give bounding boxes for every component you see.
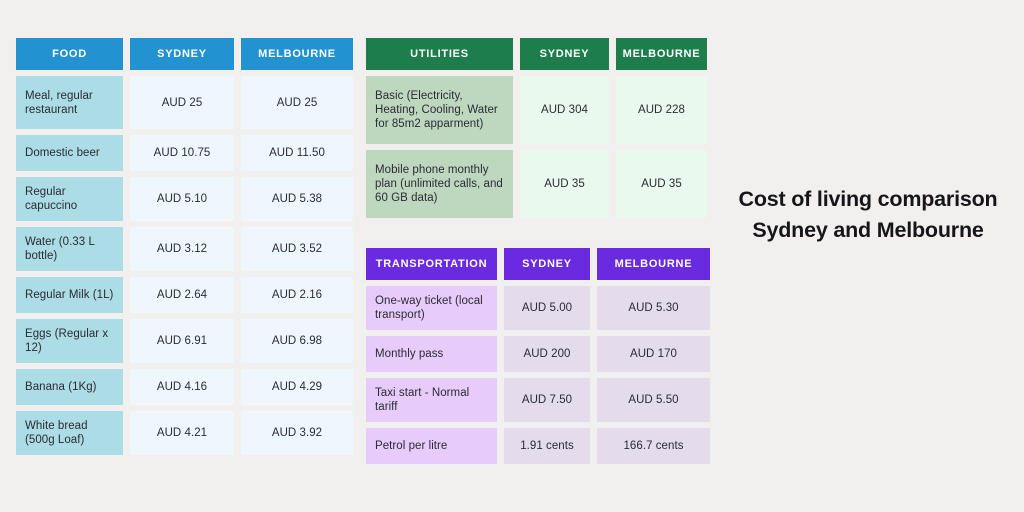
column-header-sydney: SYDNEY [520,38,609,70]
column-header-melbourne: MELBOURNE [616,38,707,70]
page-title-line-1: Cost of living comparison [718,184,1018,215]
table-row: Mobile phone monthly plan (unlimited cal… [366,150,707,218]
row-item-label: One-way ticket (local transport) [366,286,497,330]
table-row: Petrol per litre 1.91 cents 166.7 cents [366,428,710,464]
column-header-sydney: SYDNEY [504,248,590,280]
row-value-melbourne: AUD 228 [616,76,707,144]
row-value-sydney: AUD 25 [130,76,234,129]
column-header-category: TRANSPORTATION [366,248,497,280]
column-header-category: UTILITIES [366,38,513,70]
row-value-melbourne: AUD 170 [597,336,710,372]
row-item-label: White bread (500g Loaf) [16,411,123,455]
row-value-sydney: AUD 2.64 [130,277,234,313]
row-value-melbourne: AUD 35 [616,150,707,218]
table-row: Monthly pass AUD 200 AUD 170 [366,336,710,372]
row-value-sydney: AUD 304 [520,76,609,144]
row-value-melbourne: AUD 4.29 [241,369,353,405]
table-row: White bread (500g Loaf) AUD 4.21 AUD 3.9… [16,411,353,455]
row-value-melbourne: AUD 25 [241,76,353,129]
row-item-label: Taxi start - Normal tariff [366,378,497,422]
table-row: One-way ticket (local transport) AUD 5.0… [366,286,710,330]
row-value-sydney: AUD 3.12 [130,227,234,271]
food-cost-table: FOOD SYDNEY MELBOURNE Meal, regular rest… [16,38,353,455]
row-item-label: Meal, regular restaurant [16,76,123,129]
row-value-sydney: 1.91 cents [504,428,590,464]
column-header-melbourne: MELBOURNE [241,38,353,70]
row-value-melbourne: AUD 3.92 [241,411,353,455]
row-value-melbourne: AUD 5.30 [597,286,710,330]
row-item-label: Eggs (Regular x 12) [16,319,123,363]
table-header-row: UTILITIES SYDNEY MELBOURNE [366,38,707,70]
table-header-row: FOOD SYDNEY MELBOURNE [16,38,353,70]
table-row: Meal, regular restaurant AUD 25 AUD 25 [16,76,353,129]
row-item-label: Mobile phone monthly plan (unlimited cal… [366,150,513,218]
table-header-row: TRANSPORTATION SYDNEY MELBOURNE [366,248,710,280]
row-value-sydney: AUD 4.16 [130,369,234,405]
row-item-label: Water (0.33 L bottle) [16,227,123,271]
table-row: Taxi start - Normal tariff AUD 7.50 AUD … [366,378,710,422]
row-value-melbourne: AUD 5.50 [597,378,710,422]
row-value-melbourne: AUD 3.52 [241,227,353,271]
row-value-melbourne: AUD 2.16 [241,277,353,313]
row-item-label: Basic (Electricity, Heating, Cooling, Wa… [366,76,513,144]
row-item-label: Petrol per litre [366,428,497,464]
row-value-sydney: AUD 35 [520,150,609,218]
row-value-sydney: AUD 6.91 [130,319,234,363]
row-value-sydney: AUD 5.00 [504,286,590,330]
row-item-label: Regular Milk (1L) [16,277,123,313]
transportation-cost-table: TRANSPORTATION SYDNEY MELBOURNE One-way … [366,248,710,464]
row-value-melbourne: 166.7 cents [597,428,710,464]
page-title: Cost of living comparison Sydney and Mel… [718,184,1018,246]
table-row: Water (0.33 L bottle) AUD 3.12 AUD 3.52 [16,227,353,271]
column-header-sydney: SYDNEY [130,38,234,70]
table-row: Banana (1Kg) AUD 4.16 AUD 4.29 [16,369,353,405]
table-row: Domestic beer AUD 10.75 AUD 11.50 [16,135,353,171]
infographic-canvas: FOOD SYDNEY MELBOURNE Meal, regular rest… [0,0,1024,512]
row-value-melbourne: AUD 11.50 [241,135,353,171]
row-item-label: Domestic beer [16,135,123,171]
table-row: Basic (Electricity, Heating, Cooling, Wa… [366,76,707,144]
row-item-label: Banana (1Kg) [16,369,123,405]
row-value-sydney: AUD 200 [504,336,590,372]
row-value-melbourne: AUD 5.38 [241,177,353,221]
column-header-category: FOOD [16,38,123,70]
table-row: Regular capuccino AUD 5.10 AUD 5.38 [16,177,353,221]
table-row: Eggs (Regular x 12) AUD 6.91 AUD 6.98 [16,319,353,363]
table-row: Regular Milk (1L) AUD 2.64 AUD 2.16 [16,277,353,313]
row-item-label: Monthly pass [366,336,497,372]
page-title-line-2: Sydney and Melbourne [718,215,1018,246]
row-value-sydney: AUD 5.10 [130,177,234,221]
row-value-sydney: AUD 7.50 [504,378,590,422]
row-value-sydney: AUD 4.21 [130,411,234,455]
row-value-sydney: AUD 10.75 [130,135,234,171]
row-item-label: Regular capuccino [16,177,123,221]
utilities-cost-table: UTILITIES SYDNEY MELBOURNE Basic (Electr… [366,38,707,218]
column-header-melbourne: MELBOURNE [597,248,710,280]
row-value-melbourne: AUD 6.98 [241,319,353,363]
